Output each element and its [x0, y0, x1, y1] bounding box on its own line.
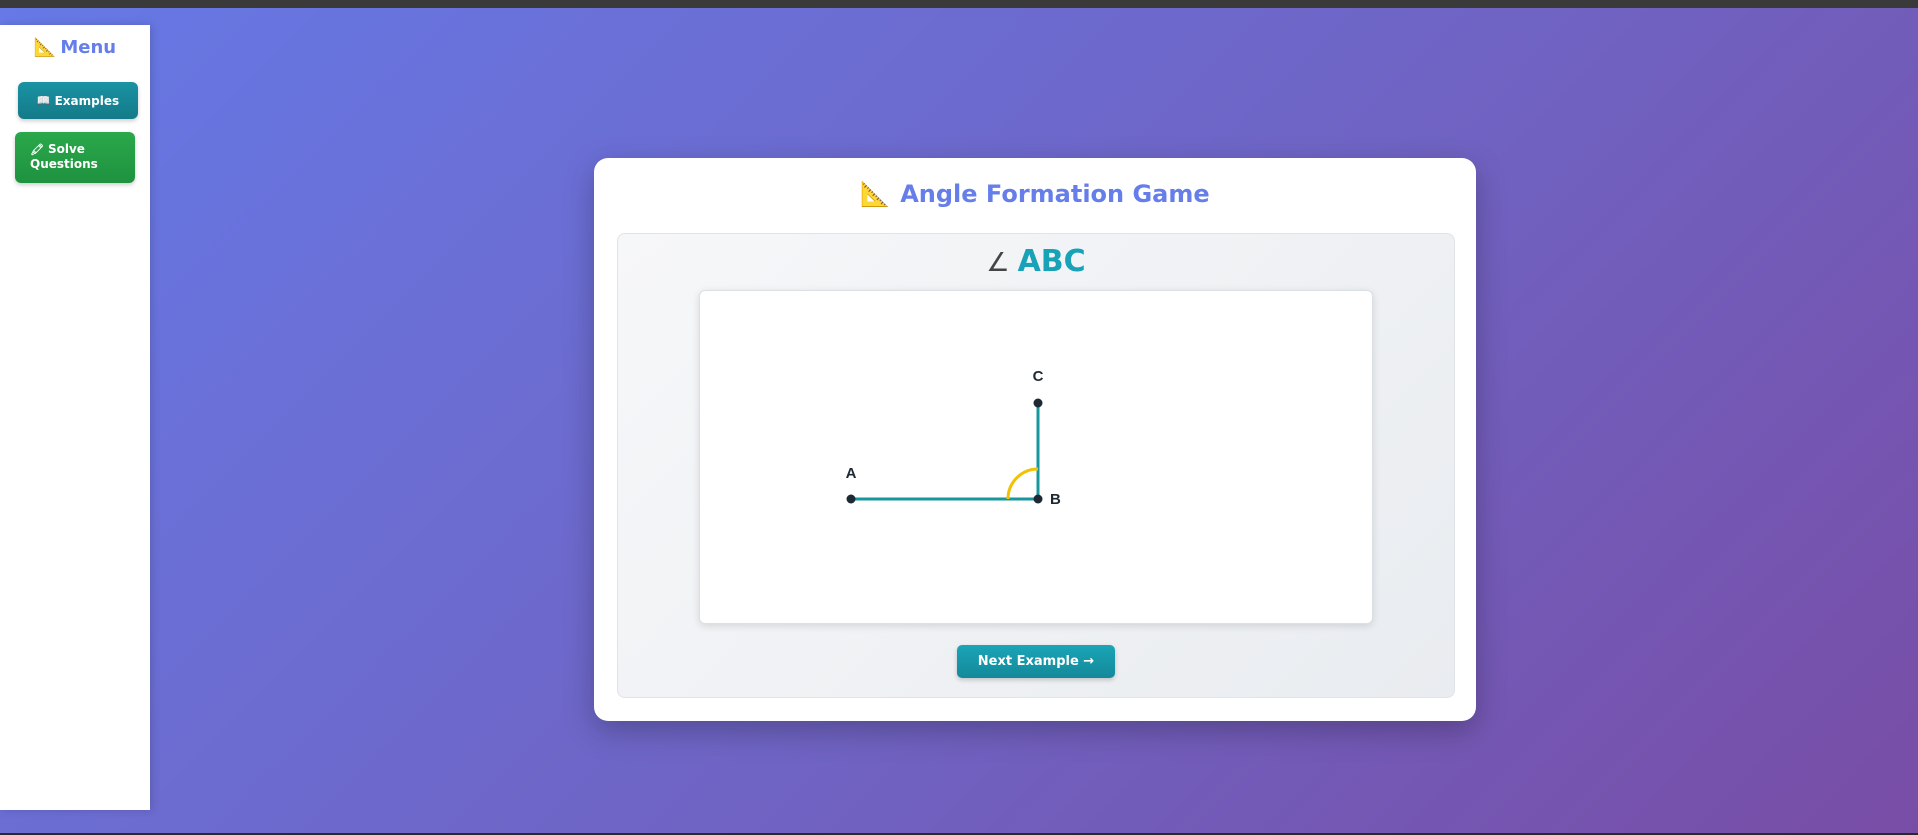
questions-label: Questions: [30, 157, 98, 171]
point-c: [1033, 398, 1043, 408]
examples-button[interactable]: 📖 Examples: [18, 82, 138, 119]
game-card: 📐 Angle Formation Game ∠ ABC A B C Next Ex…: [594, 158, 1476, 721]
page-title: 📐 Angle Formation Game: [860, 180, 1210, 208]
point-a: [846, 494, 856, 504]
solve-questions-button[interactable]: 🖍 Solve Questions: [15, 132, 135, 183]
triangle-ruler-icon: 📐: [860, 180, 891, 208]
sidebar: 📐 Menu 📖 Examples 🖍 Solve Questions: [0, 25, 150, 810]
crayon-icon: 🖍: [30, 143, 44, 156]
triangle-ruler-icon: 📐: [33, 37, 57, 58]
window-top-bar: [0, 0, 1918, 8]
label-b: B: [1050, 491, 1061, 508]
right-angle-arc: [1006, 467, 1039, 500]
menu-title: 📐 Menu: [33, 37, 117, 58]
examples-label: Examples: [54, 93, 120, 108]
solve-label: Solve: [47, 142, 85, 156]
next-example-button[interactable]: Next Example →: [957, 645, 1115, 678]
point-b: [1033, 494, 1043, 504]
label-a: A: [846, 465, 857, 482]
label-c: C: [1033, 368, 1044, 385]
example-panel: ∠ ABC A B C Next Example →: [617, 233, 1455, 698]
angle-icon: ∠: [986, 248, 1010, 278]
book-icon: 📖: [36, 94, 51, 107]
angle-canvas: A B C: [699, 290, 1373, 624]
angle-name-heading: ∠ ABC: [986, 244, 1086, 279]
angle-diagram: A B C: [846, 368, 1061, 508]
